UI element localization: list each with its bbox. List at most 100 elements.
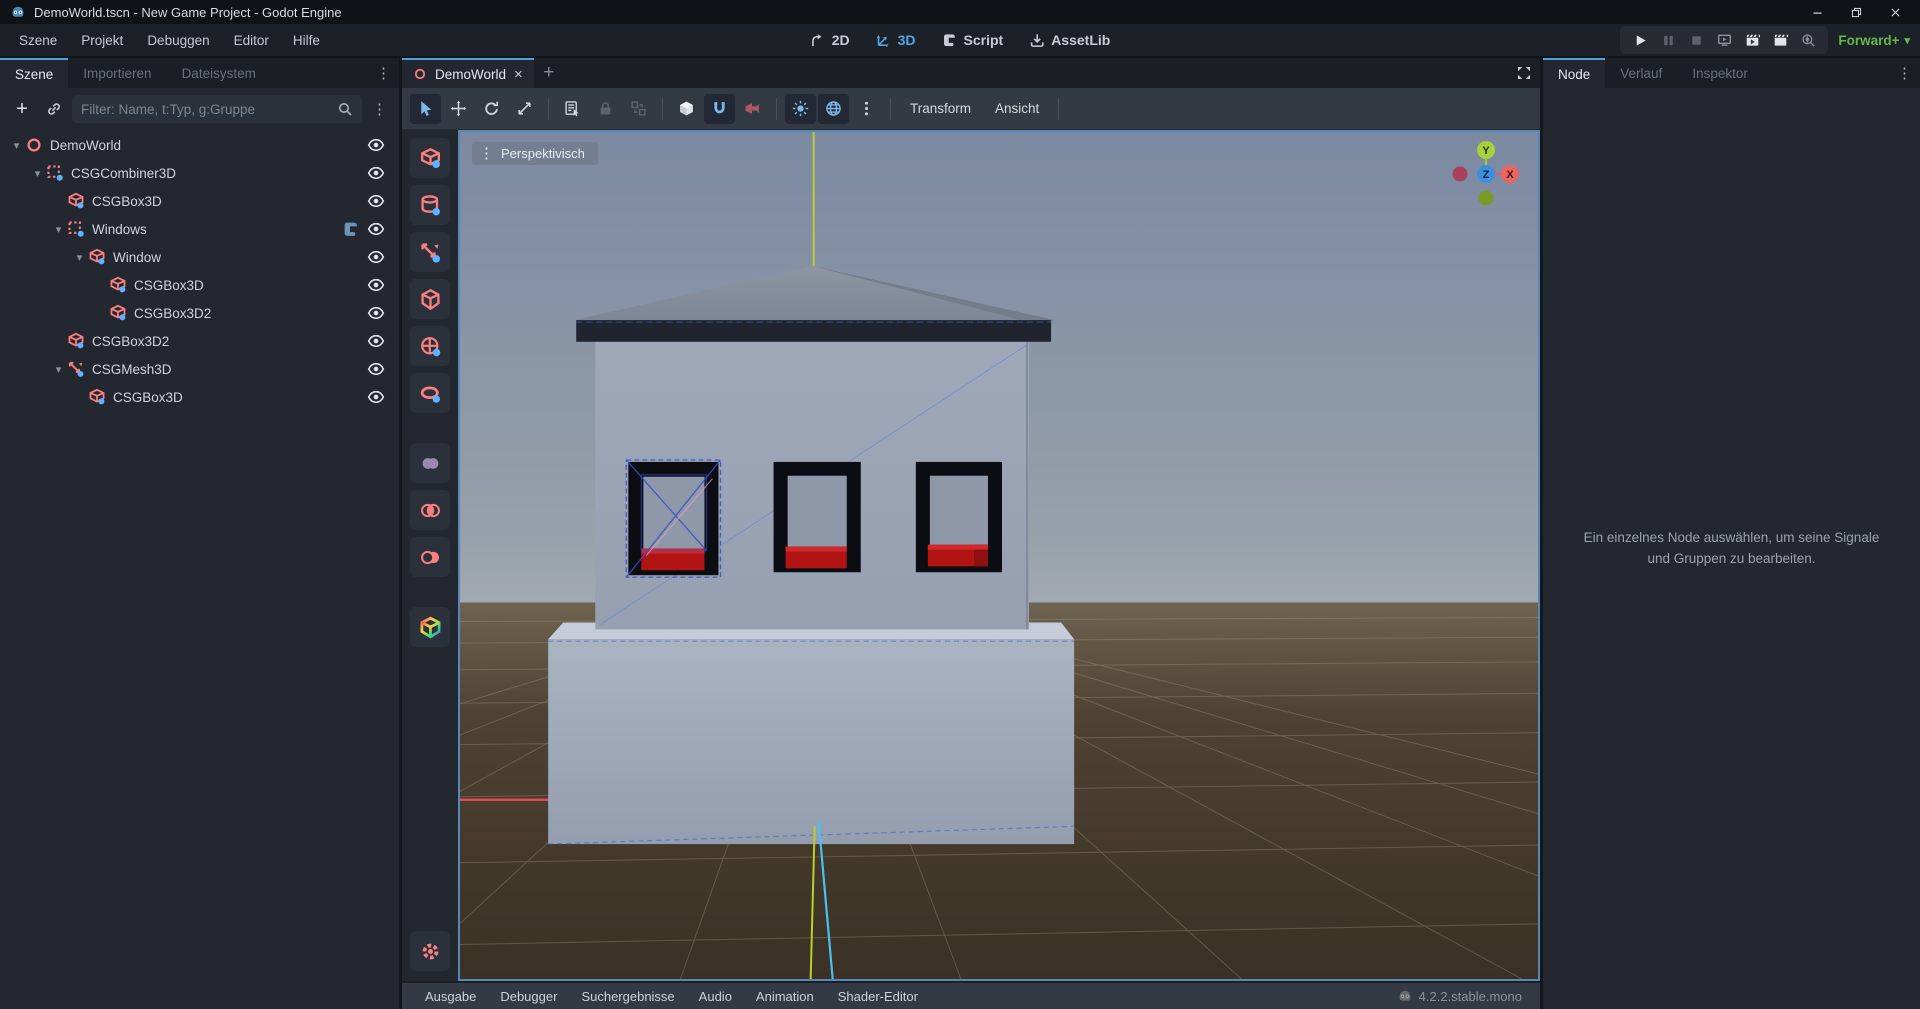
- stop-button[interactable]: [1684, 29, 1708, 51]
- play-scene-button[interactable]: [1740, 29, 1764, 51]
- visibility-eye-icon[interactable]: [367, 360, 385, 378]
- editor-switch-assetlib[interactable]: AssetLib: [1023, 29, 1116, 51]
- visibility-eye-icon[interactable]: [367, 136, 385, 154]
- close-icon[interactable]: ×: [514, 66, 523, 83]
- tab-inspektor[interactable]: Inspektor: [1677, 58, 1763, 88]
- menu-editor[interactable]: Editor: [223, 28, 280, 53]
- tree-node-csgbox3d[interactable]: CSGBox3D: [0, 187, 399, 215]
- collapse-arrow-icon[interactable]: ▾: [50, 363, 67, 376]
- play-button[interactable]: [1628, 29, 1652, 51]
- tab-szene[interactable]: Szene: [0, 58, 68, 88]
- tree-node-csgmesh3d[interactable]: ▾ CSGMesh3D: [0, 355, 399, 383]
- tab-node[interactable]: Node: [1543, 58, 1605, 88]
- renderer-select[interactable]: Forward+ ▾: [1838, 33, 1910, 48]
- instance-scene-button[interactable]: [40, 95, 68, 123]
- rotate-tool-button[interactable]: [476, 94, 507, 124]
- tree-node-csgcombiner3d[interactable]: ▾ CSGCombiner3D: [0, 159, 399, 187]
- tree-node-csgbox3d[interactable]: CSGBox3D: [0, 383, 399, 411]
- visibility-eye-icon[interactable]: [367, 192, 385, 210]
- visibility-eye-icon[interactable]: [367, 248, 385, 266]
- visibility-eye-icon[interactable]: [367, 332, 385, 350]
- tab-menu-icon[interactable]: ⋮: [370, 66, 397, 81]
- sun-settings-button[interactable]: [785, 94, 816, 124]
- tree-node-windows[interactable]: ▾ Windows: [0, 215, 399, 243]
- play-buttons: [1620, 26, 1828, 54]
- bottom-tab-shader-editor[interactable]: Shader-Editor: [827, 988, 929, 1005]
- bottom-tab-debugger[interactable]: Debugger: [489, 988, 568, 1005]
- tree-node-csgbox3d2[interactable]: CSGBox3D2: [0, 327, 399, 355]
- csg-settings-button[interactable]: [410, 931, 450, 971]
- movie-maker-button[interactable]: [1796, 29, 1820, 51]
- op-intersection-button[interactable]: [410, 490, 450, 530]
- perspective-menu[interactable]: ⋮ Perspektivisch: [472, 142, 598, 165]
- scale-tool-button[interactable]: [509, 94, 540, 124]
- add-node-button[interactable]: +: [8, 95, 36, 123]
- tree-node-csgbox3d2[interactable]: CSGBox3D2: [0, 299, 399, 327]
- scene-tab-demoworld[interactable]: DemoWorld ×: [402, 58, 534, 88]
- csg-polygon-button[interactable]: [410, 279, 450, 319]
- pause-button[interactable]: [1656, 29, 1680, 51]
- editor-switch-script[interactable]: Script: [936, 29, 1010, 51]
- select-tool-button[interactable]: [410, 94, 441, 124]
- menu-hilfe[interactable]: Hilfe: [282, 28, 331, 53]
- bottom-tab-animation[interactable]: Animation: [745, 988, 825, 1005]
- local-space-button[interactable]: [671, 94, 702, 124]
- move-tool-button[interactable]: [443, 94, 474, 124]
- op-subtraction-button[interactable]: [410, 537, 450, 577]
- collapse-arrow-icon[interactable]: ▾: [8, 139, 25, 152]
- scene-tree-toolbar: + Filter: Name, t:Typ, g:Gruppe ⋮: [0, 88, 399, 129]
- menu-projekt[interactable]: Projekt: [70, 28, 134, 53]
- scene-tree-menu-button[interactable]: ⋮: [366, 102, 393, 117]
- close-button[interactable]: [1889, 6, 1902, 19]
- csg-cylinder-button[interactable]: [410, 185, 450, 225]
- environment-settings-button[interactable]: [818, 94, 849, 124]
- new-scene-tab-button[interactable]: +: [534, 58, 564, 88]
- collapse-arrow-icon[interactable]: ▾: [50, 223, 67, 236]
- play-remote-button[interactable]: [1712, 29, 1736, 51]
- collapse-arrow-icon[interactable]: ▾: [71, 251, 88, 264]
- csg-sphere-button[interactable]: [410, 326, 450, 366]
- bottom-tab-suchergebnisse[interactable]: Suchergebnisse: [570, 988, 685, 1005]
- editor-switch-2d[interactable]: 2D: [804, 29, 856, 51]
- visibility-eye-icon[interactable]: [367, 388, 385, 406]
- menu-szene[interactable]: Szene: [8, 28, 68, 53]
- script-badge-icon[interactable]: [342, 221, 359, 238]
- viewport-menu-transform[interactable]: Transform: [899, 97, 982, 120]
- snap-toggle-button[interactable]: [704, 94, 735, 124]
- visibility-eye-icon[interactable]: [367, 276, 385, 294]
- minimize-button[interactable]: [1811, 6, 1824, 19]
- tab-menu-icon[interactable]: ⋮: [1891, 66, 1918, 81]
- menu-debuggen[interactable]: Debuggen: [136, 28, 220, 53]
- op-subtraction-icon: [419, 546, 442, 569]
- restore-button[interactable]: [1850, 6, 1863, 19]
- tree-node-demoworld[interactable]: ▾ DemoWorld: [0, 131, 399, 159]
- tab-importieren[interactable]: Importieren: [68, 58, 166, 88]
- viewport-3d[interactable]: ⋮ Perspektivisch Y X Z: [458, 130, 1540, 981]
- collapse-arrow-icon[interactable]: ▾: [29, 167, 46, 180]
- gridmap-button[interactable]: [410, 607, 450, 647]
- lock-selected-button[interactable]: [590, 94, 621, 124]
- csg-box-button[interactable]: [410, 138, 450, 178]
- editor-switch-3d[interactable]: 3D: [870, 29, 922, 51]
- visibility-eye-icon[interactable]: [367, 220, 385, 238]
- visibility-eye-icon[interactable]: [367, 164, 385, 182]
- more-options-button[interactable]: [851, 94, 882, 124]
- viewport-menu-ansicht[interactable]: Ansicht: [984, 97, 1050, 120]
- bottom-tab-audio[interactable]: Audio: [688, 988, 743, 1005]
- csg-mesh-button[interactable]: [410, 232, 450, 272]
- scene-filter-input[interactable]: Filter: Name, t:Typ, g:Gruppe: [72, 95, 362, 123]
- tab-verlauf[interactable]: Verlauf: [1605, 58, 1677, 88]
- camera-preview-button[interactable]: [737, 94, 768, 124]
- tree-node-window[interactable]: ▾ Window: [0, 243, 399, 271]
- axis-gizmo[interactable]: Y X Z: [1448, 136, 1524, 212]
- group-selected-button[interactable]: [623, 94, 654, 124]
- op-union-button[interactable]: [410, 443, 450, 483]
- list-select-tool-button[interactable]: [557, 94, 588, 124]
- visibility-eye-icon[interactable]: [367, 304, 385, 322]
- play-custom-scene-button[interactable]: [1768, 29, 1792, 51]
- tree-node-csgbox3d[interactable]: CSGBox3D: [0, 271, 399, 299]
- bottom-tab-ausgabe[interactable]: Ausgabe: [414, 988, 487, 1005]
- tab-dateisystem[interactable]: Dateisystem: [167, 58, 271, 88]
- expand-viewport-button[interactable]: [1510, 59, 1538, 87]
- csg-torus-button[interactable]: [410, 373, 450, 413]
